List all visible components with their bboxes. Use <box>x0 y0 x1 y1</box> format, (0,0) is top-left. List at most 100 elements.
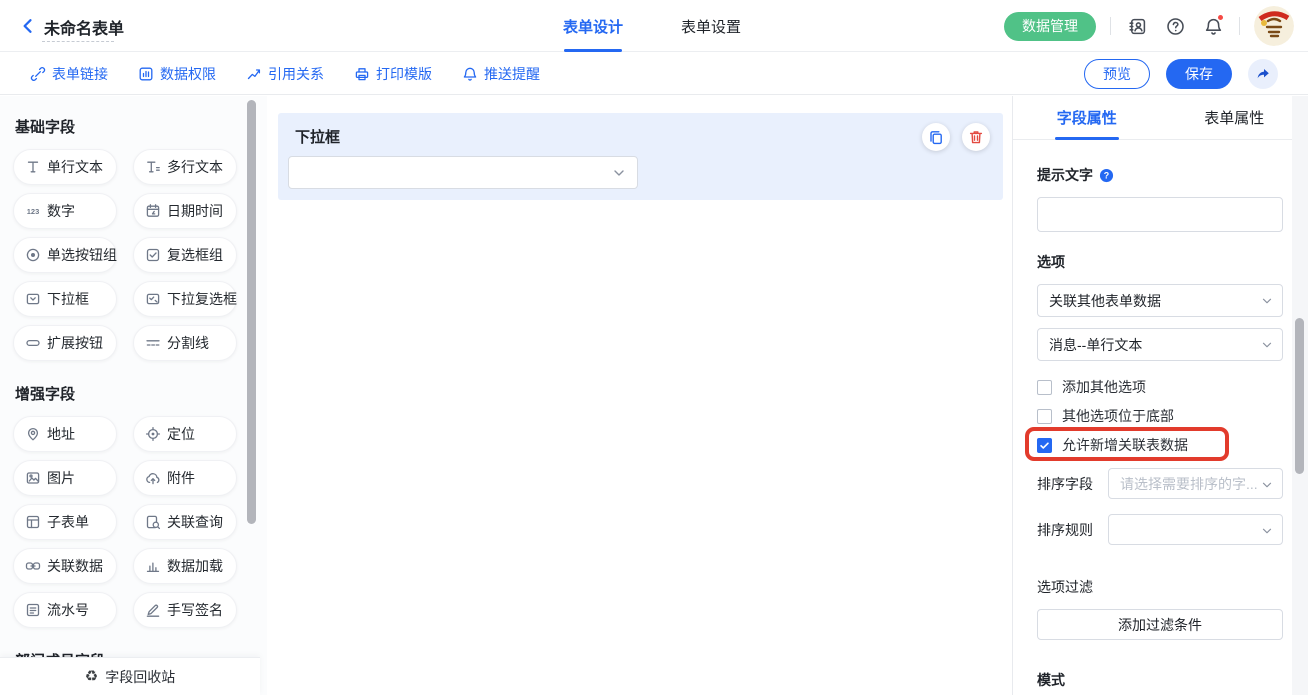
preview-button[interactable]: 预览 <box>1084 59 1150 89</box>
toolbar-link-relation-graph[interactable]: 引用关系 <box>246 64 324 84</box>
toolbar-link-print[interactable]: 打印模版 <box>354 64 432 84</box>
field-item-datetime[interactable]: 日期时间 <box>133 193 237 229</box>
field-item-checkbox[interactable]: 复选框组 <box>133 237 237 273</box>
signature-icon <box>145 602 161 618</box>
sort-field-placeholder: 请选择需要排序的字... <box>1120 474 1258 494</box>
avatar[interactable] <box>1254 6 1294 46</box>
option-field-select[interactable]: 消息--单行文本 <box>1037 328 1283 361</box>
toolbar-link-grid[interactable]: 数据权限 <box>138 64 216 84</box>
field-library-scroll: 基础字段单行文本多行文本 123数字日期时间单选按钮组 复选框组下拉框 下拉复选框扩展… <box>0 96 260 657</box>
top-tab-1[interactable]: 表单设计 <box>563 0 623 52</box>
toolbar-link-label: 表单链接 <box>52 64 108 84</box>
panel-tab-2[interactable]: 表单属性 <box>1161 96 1308 139</box>
toolbar-link-bell[interactable]: 推送提醒 <box>462 64 540 84</box>
field-item-data-load[interactable]: 数据加载 <box>133 548 237 584</box>
top-tab-2[interactable]: 表单设置 <box>681 0 741 52</box>
field-item-extend-button[interactable]: 扩展按钮 <box>13 325 117 361</box>
field-item-text[interactable]: 单行文本 <box>13 149 117 185</box>
back-button[interactable] <box>16 14 40 38</box>
field-item-serial[interactable]: 流水号 <box>13 592 117 628</box>
field-item-image[interactable]: 图片 <box>13 460 117 496</box>
selected-field-card[interactable]: 下拉框 <box>278 113 1003 200</box>
add-filter-condition-button[interactable]: 添加过滤条件 <box>1037 609 1283 640</box>
svg-text:123: 123 <box>27 207 40 216</box>
relation-graph-icon <box>246 66 262 82</box>
form-canvas[interactable]: 下拉框 <box>267 96 1012 695</box>
field-item-label: 子表单 <box>47 512 89 532</box>
checkbox-checked[interactable] <box>1037 438 1052 453</box>
share-arrow-icon <box>1255 66 1271 82</box>
divider <box>1239 17 1240 35</box>
field-item-multiselect[interactable]: 下拉复选框 <box>133 281 237 317</box>
toolbar-links: 表单链接 数据权限 引用关系 打印模版 推送提醒 <box>30 64 540 84</box>
checkbox-unchecked[interactable] <box>1037 380 1052 395</box>
form-title[interactable]: 未命名表单 <box>44 15 124 39</box>
help-icon[interactable] <box>1163 14 1187 38</box>
option-source-select[interactable]: 关联其他表单数据 <box>1037 284 1283 317</box>
checkbox-unchecked[interactable] <box>1037 409 1052 424</box>
address-icon <box>25 426 41 442</box>
field-item-label: 下拉框 <box>47 289 89 309</box>
sidebar-section-title: 部门成员字段 <box>15 650 260 657</box>
panel-tab-1[interactable]: 字段属性 <box>1013 96 1161 139</box>
field-item-label: 关联查询 <box>167 512 223 532</box>
location-icon <box>145 426 161 442</box>
field-item-lookup[interactable]: 关联查询 <box>133 504 237 540</box>
field-recycle-bin[interactable]: ♻ 字段回收站 <box>0 657 260 695</box>
chevron-down-icon <box>1260 294 1274 308</box>
chevron-down-icon <box>1260 478 1274 492</box>
field-item-label: 图片 <box>47 468 75 488</box>
sidebar-scrollbar[interactable] <box>247 100 256 524</box>
field-item-label: 复选框组 <box>167 245 223 265</box>
copy-field-button[interactable] <box>922 123 950 151</box>
data-manage-button[interactable]: 数据管理 <box>1004 12 1096 41</box>
notification-badge <box>1217 14 1224 21</box>
field-item-label: 扩展按钮 <box>47 333 103 353</box>
sort-rule-label: 排序规则 <box>1037 520 1108 540</box>
share-button[interactable] <box>1248 59 1278 89</box>
contacts-icon[interactable] <box>1125 14 1149 38</box>
grid-icon <box>138 66 154 82</box>
delete-field-button[interactable] <box>962 123 990 151</box>
related-data-icon <box>25 558 41 574</box>
sidebar-section-title: 增强字段 <box>15 383 260 404</box>
option-filter-label: 选项过滤 <box>1037 577 1093 597</box>
panel-scrollbar-track[interactable] <box>1292 96 1308 695</box>
svg-text:?: ? <box>1104 170 1109 180</box>
field-library-sidebar: 基础字段单行文本多行文本 123数字日期时间单选按钮组 复选框组下拉框 下拉复选框扩展… <box>0 96 267 695</box>
field-item-select[interactable]: 下拉框 <box>13 281 117 317</box>
field-dropdown-control[interactable] <box>288 156 638 189</box>
mode-label-row: 模式 <box>1037 670 1283 690</box>
field-item-divider-line[interactable]: 分割线 <box>133 325 237 361</box>
field-item-attachment[interactable]: 附件 <box>133 460 237 496</box>
datetime-icon <box>145 203 161 219</box>
sort-field-select[interactable]: 请选择需要排序的字... <box>1108 468 1283 499</box>
field-item-label: 分割线 <box>167 333 209 353</box>
field-item-label: 数据加载 <box>167 556 223 576</box>
mode-label: 模式 <box>1037 670 1065 690</box>
hint-text-row: 提示文字 ? <box>1037 165 1283 185</box>
print-icon <box>354 66 370 82</box>
field-item-radio[interactable]: 单选按钮组 <box>13 237 117 273</box>
field-item-number[interactable]: 123数字 <box>13 193 117 229</box>
field-item-address[interactable]: 地址 <box>13 416 117 452</box>
field-item-textarea[interactable]: 多行文本 <box>133 149 237 185</box>
toolbar-link-label: 推送提醒 <box>484 64 540 84</box>
field-item-subform[interactable]: 子表单 <box>13 504 117 540</box>
save-button[interactable]: 保存 <box>1166 59 1232 89</box>
sidebar-section-grid: 地址定位图片 附件子表单 关联查询关联数据 数据加载流水号手写签名 <box>13 416 260 628</box>
field-item-related-data[interactable]: 关联数据 <box>13 548 117 584</box>
hint-text-input[interactable] <box>1037 197 1283 232</box>
notification-icon[interactable] <box>1201 14 1225 38</box>
sidebar-section-title: 基础字段 <box>15 116 260 137</box>
radio-icon <box>25 247 41 263</box>
field-item-signature[interactable]: 手写签名 <box>133 592 237 628</box>
sort-rule-select[interactable] <box>1108 514 1283 545</box>
toolbar-link-link[interactable]: 表单链接 <box>30 64 108 84</box>
field-label: 下拉框 <box>295 126 340 147</box>
field-item-location[interactable]: 定位 <box>133 416 237 452</box>
help-circle-icon[interactable]: ? <box>1099 168 1114 183</box>
top-right-cluster: 数据管理 <box>1004 0 1294 52</box>
checkbox-label: 其他选项位于底部 <box>1062 406 1174 426</box>
panel-scrollbar-thumb[interactable] <box>1295 318 1304 474</box>
